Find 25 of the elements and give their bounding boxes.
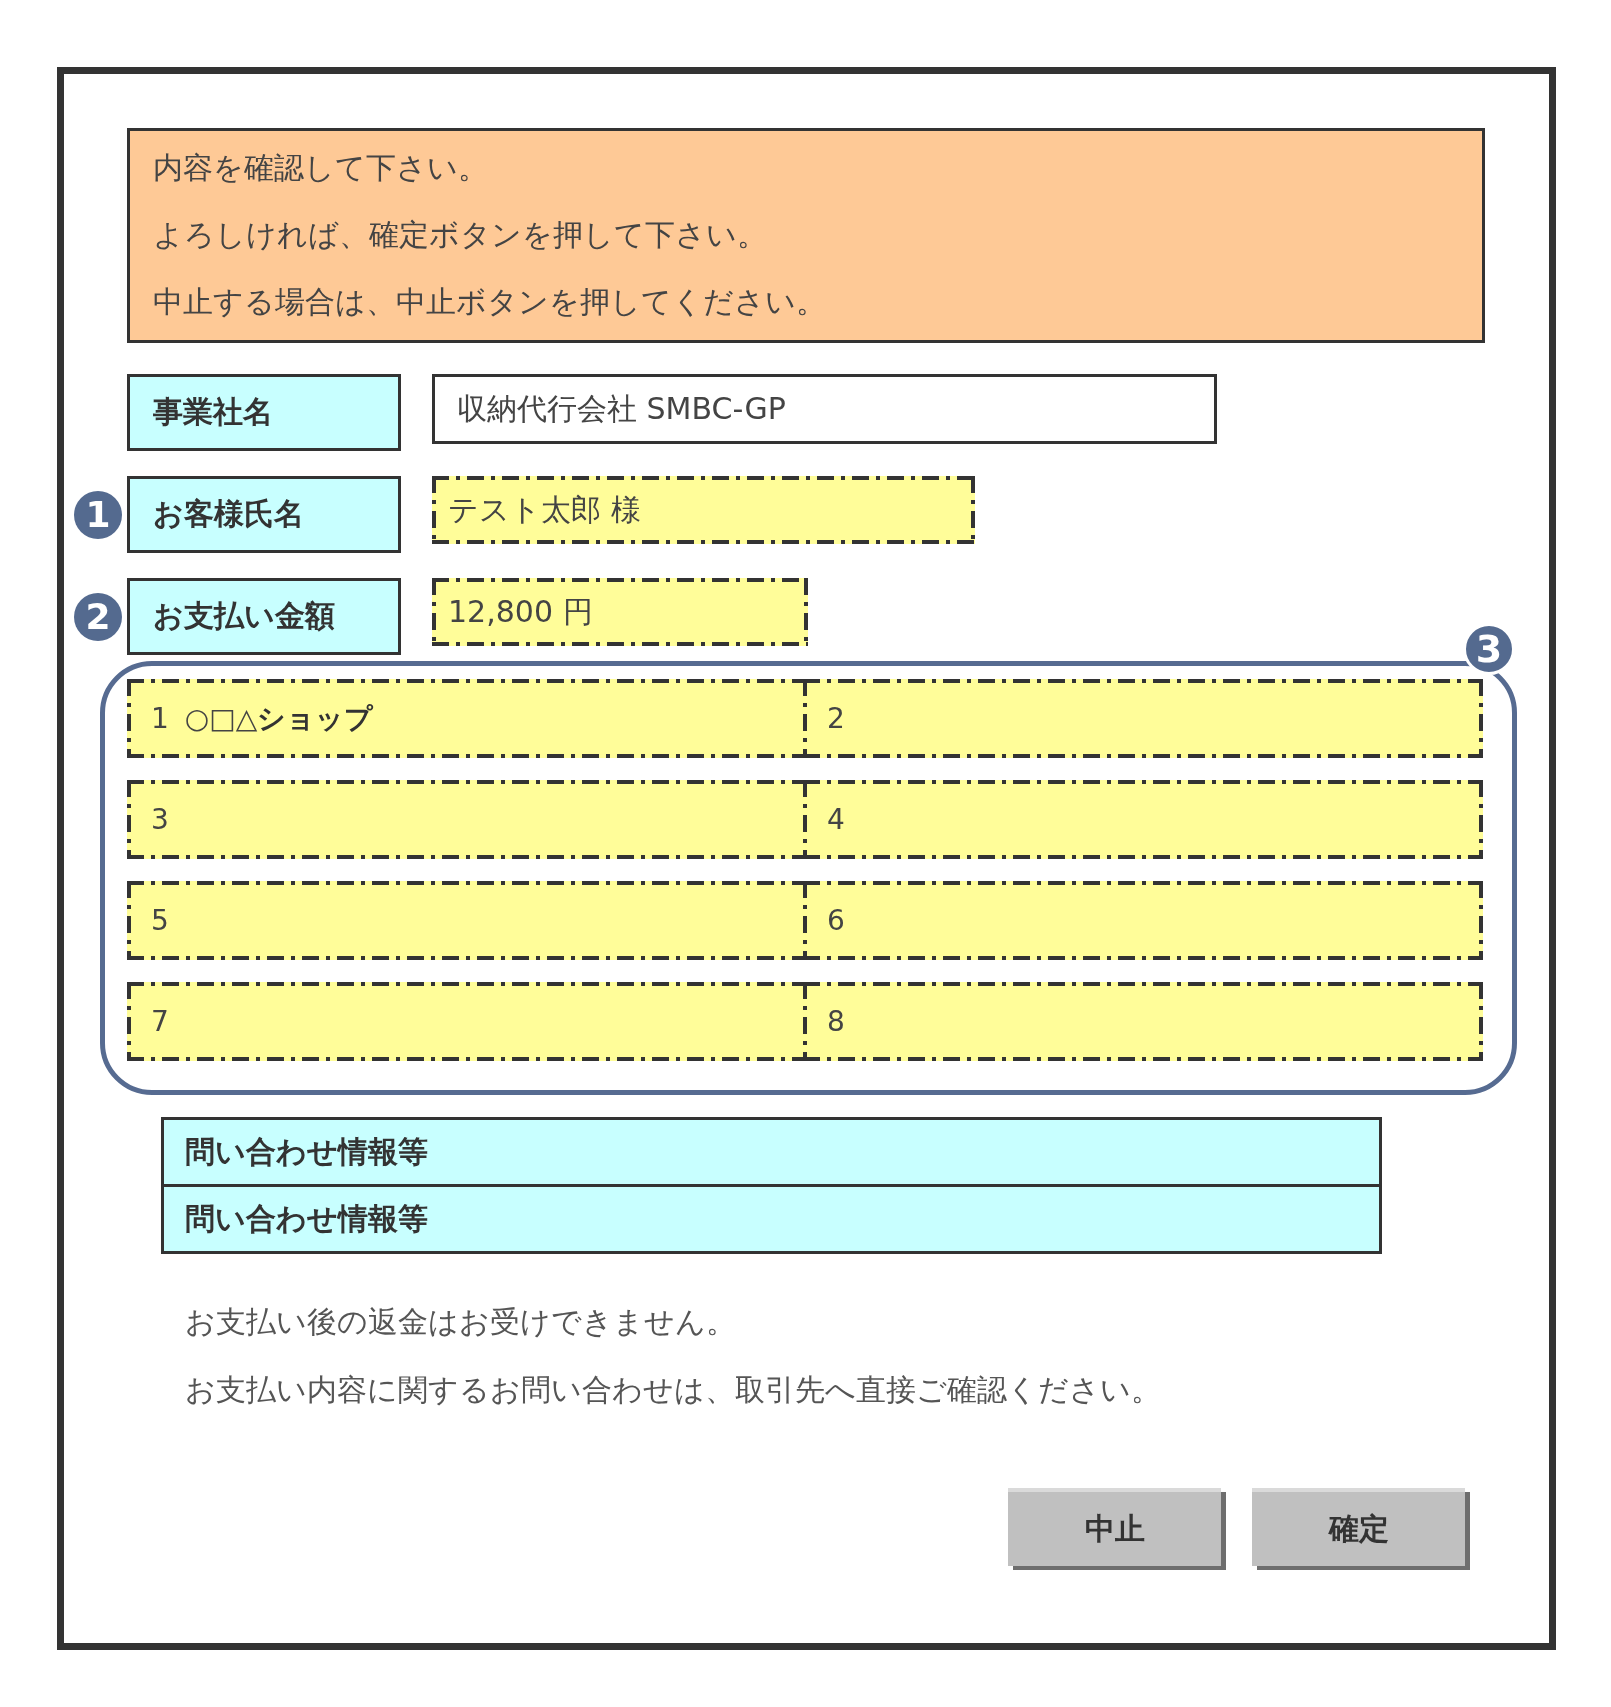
field-label: お支払い金額 [127, 578, 401, 655]
slot-number: 4 [827, 803, 845, 836]
inquiry-text: 問い合わせ情報等 [185, 1132, 428, 1171]
slot-number: 5 [151, 904, 169, 937]
notice-text: よろしければ、確定ボタンを押して下さい。 [153, 216, 767, 254]
field-label: お客様氏名 [127, 476, 401, 553]
shop-name: ○□△ショップ [184, 700, 374, 737]
callout-badge: 3 [1463, 623, 1515, 675]
field-value: テスト太郎 様 [432, 476, 975, 544]
slot-number: 8 [827, 1005, 845, 1038]
slot-number: 3 [151, 803, 169, 836]
note-text: お支払い後の返金はお受けできません。 [185, 1303, 736, 1341]
slot-number: 7 [151, 1005, 169, 1038]
callout-badge: 2 [74, 592, 122, 641]
field-value: 収納代行会社 SMBC-GP [432, 374, 1217, 444]
callout-badge: 1 [74, 490, 122, 539]
field-value: 12,800 円 [432, 578, 808, 646]
inquiry-text: 問い合わせ情報等 [185, 1199, 428, 1238]
note-text: お支払い内容に関するお問い合わせは、取引先へ直接ご確認ください。 [185, 1371, 1161, 1409]
slot-number: 2 [827, 702, 845, 735]
slot-number: 1 [151, 702, 169, 735]
notice-text: 内容を確認して下さい。 [153, 149, 488, 187]
notice-text: 中止する場合は、中止ボタンを押してください。 [153, 283, 826, 321]
field-label: 事業社名 [127, 374, 401, 451]
slot-number: 6 [827, 904, 845, 937]
